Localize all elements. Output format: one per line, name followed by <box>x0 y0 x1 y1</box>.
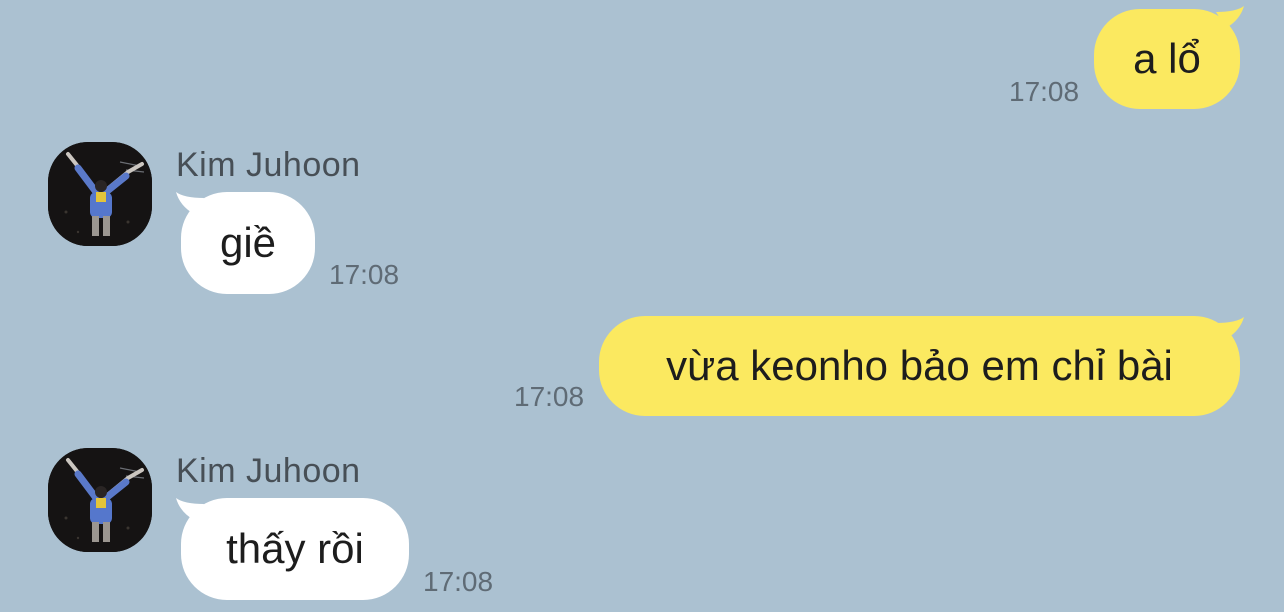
message-timestamp: 17:08 <box>423 566 494 597</box>
message-text: giề <box>219 219 277 266</box>
message-timestamp: 17:08 <box>329 259 400 290</box>
sender-name: Kim Juhoon <box>176 146 361 184</box>
message-bubble[interactable]: thấy rồi <box>181 498 409 600</box>
contact-avatar[interactable] <box>48 142 152 246</box>
message-timestamp: 17:08 <box>514 381 585 412</box>
outgoing-message: 17:08 vừa keonho bảo em chỉ bài <box>0 305 1284 425</box>
outgoing-message: 17:08 a lổ <box>0 0 1284 120</box>
contact-photo-icon <box>48 142 152 246</box>
sender-name: Kim Juhoon <box>176 452 361 490</box>
message-text: vừa keonho bảo em chỉ bài <box>666 342 1173 389</box>
contact-avatar[interactable] <box>48 448 152 552</box>
message-bubble[interactable]: giề <box>181 192 315 294</box>
incoming-message: Kim Juhoon giề 17:08 <box>0 130 1284 300</box>
message-bubble[interactable]: a lổ <box>1094 9 1240 109</box>
message-bubble[interactable]: vừa keonho bảo em chỉ bài <box>599 316 1240 416</box>
message-text: a lổ <box>1133 35 1201 82</box>
message-text: thấy rồi <box>226 525 364 572</box>
contact-photo-icon <box>48 448 152 552</box>
incoming-message: Kim Juhoon thấy rồi 17:08 <box>0 436 1284 612</box>
message-timestamp: 17:08 <box>1009 76 1080 107</box>
chat-message-list: 17:08 a lổ Kim Juhoon giề 17:08 17:08 vừ… <box>0 0 1284 612</box>
